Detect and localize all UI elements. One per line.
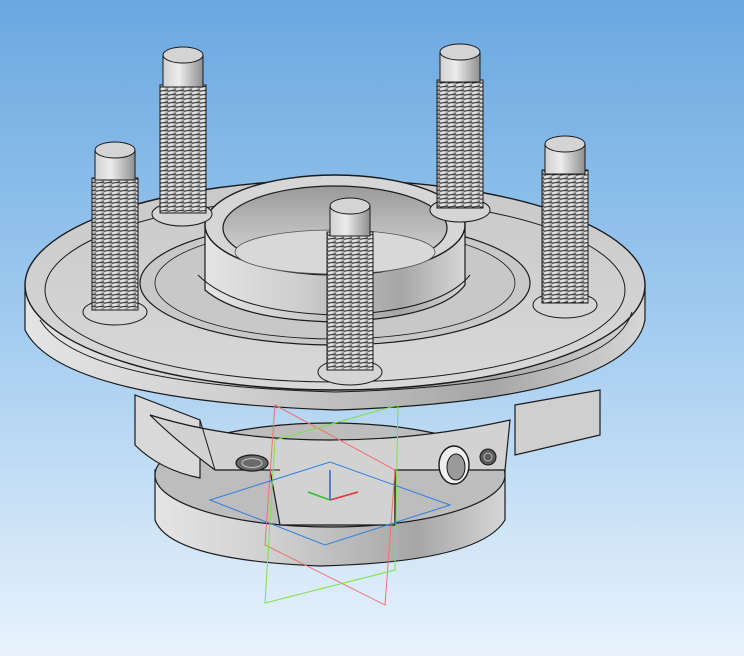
stud-2 <box>429 43 491 223</box>
bearing-housing <box>134 389 601 567</box>
hub-model[interactable] <box>0 0 744 656</box>
3d-viewport[interactable] <box>0 0 744 656</box>
stud-1 <box>151 46 213 227</box>
stud-4 <box>532 135 598 319</box>
stud-3 <box>82 141 148 326</box>
